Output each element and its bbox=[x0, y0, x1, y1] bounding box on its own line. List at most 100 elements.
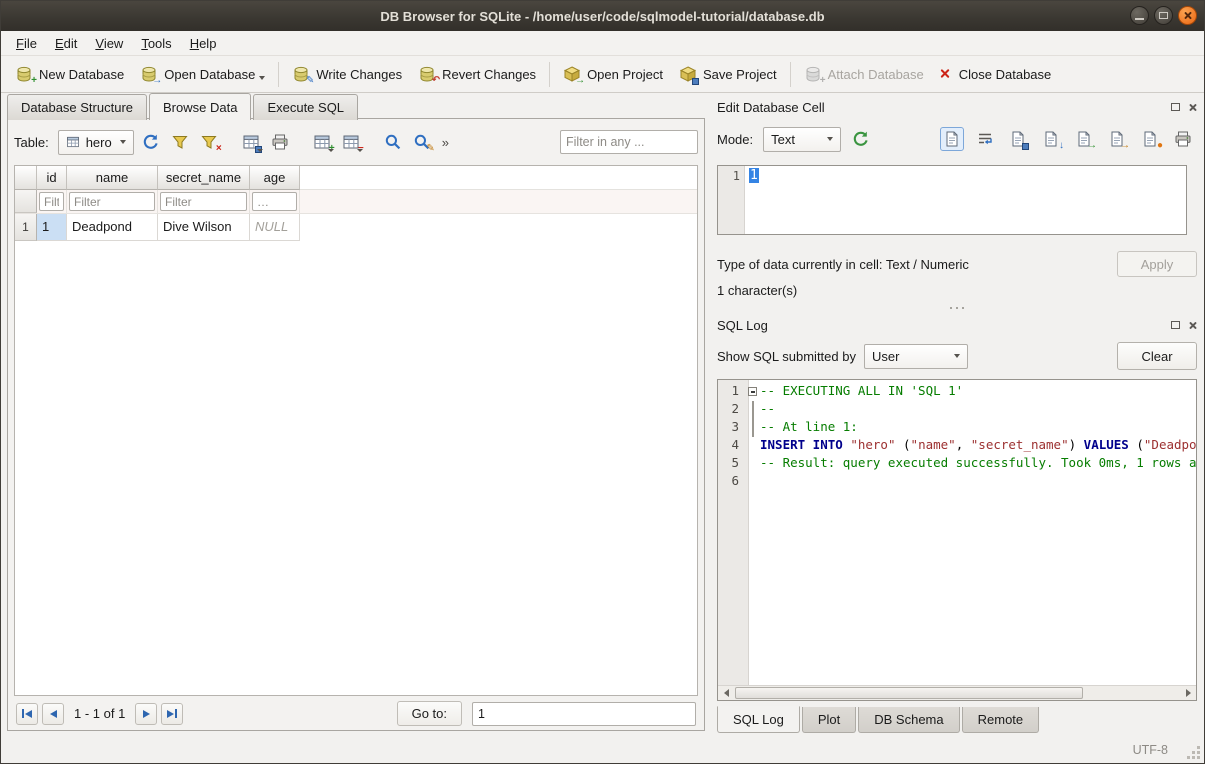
apply-button[interactable]: Apply bbox=[1117, 251, 1197, 277]
close-dock-icon[interactable] bbox=[1188, 103, 1197, 112]
dock-tab-sql-log[interactable]: SQL Log bbox=[717, 706, 800, 733]
clear-filters-button[interactable]: × bbox=[197, 130, 221, 154]
new-record-button[interactable]: + bbox=[310, 130, 334, 154]
app-window: DB Browser for SQLite - /home/user/code/… bbox=[0, 0, 1205, 764]
dock-tab-plot[interactable]: Plot bbox=[802, 707, 856, 733]
save-project-button[interactable]: Save Project bbox=[671, 60, 785, 88]
filter-input-age[interactable] bbox=[252, 192, 297, 211]
dock-tab-remote[interactable]: Remote bbox=[962, 707, 1040, 733]
close-button[interactable] bbox=[1178, 6, 1197, 25]
close-database-icon bbox=[940, 68, 953, 81]
column-header-age[interactable]: age bbox=[250, 166, 300, 190]
word-wrap-button[interactable] bbox=[973, 127, 997, 151]
attach-database-button[interactable]: + Attach Database bbox=[796, 60, 932, 88]
toolbar-overflow-chevron[interactable]: » bbox=[442, 135, 449, 150]
minimize-button[interactable] bbox=[1130, 6, 1149, 25]
filter-any-input[interactable] bbox=[560, 130, 698, 154]
resize-grip[interactable] bbox=[1188, 747, 1200, 759]
menu-edit[interactable]: Edit bbox=[46, 33, 86, 54]
titlebar[interactable]: DB Browser for SQLite - /home/user/code/… bbox=[1, 1, 1204, 31]
text-mode-button[interactable] bbox=[940, 127, 964, 151]
import-cell-button[interactable]: → bbox=[1072, 127, 1096, 151]
mode-select[interactable]: Text bbox=[763, 127, 841, 152]
dock-splitter[interactable] bbox=[717, 301, 1197, 315]
scrollbar-thumb[interactable] bbox=[735, 687, 1083, 699]
sql-log-toolbar: Show SQL submitted by User Clear bbox=[717, 341, 1197, 371]
open-database-button[interactable]: → Open Database bbox=[132, 60, 273, 88]
menu-view[interactable]: View bbox=[86, 33, 132, 54]
scroll-right-button[interactable] bbox=[1180, 686, 1196, 700]
print-table-button[interactable] bbox=[268, 130, 292, 154]
scroll-left-icon bbox=[724, 689, 729, 697]
goto-button[interactable]: Go to: bbox=[397, 701, 462, 726]
chevron-down-icon bbox=[827, 137, 833, 141]
cell-name[interactable]: Deadpond bbox=[67, 214, 158, 241]
grid-header-row: id name secret_name age bbox=[15, 166, 697, 190]
goto-input[interactable] bbox=[472, 702, 696, 726]
menu-file[interactable]: File bbox=[7, 33, 46, 54]
new-database-button[interactable]: + New Database bbox=[7, 60, 132, 88]
database-new-icon: + bbox=[15, 65, 33, 83]
menu-help[interactable]: Help bbox=[181, 33, 226, 54]
close-database-button[interactable]: Close Database bbox=[932, 62, 1060, 87]
print-cell-button[interactable] bbox=[1171, 127, 1195, 151]
edit-cell-dock-title: Edit Database Cell bbox=[717, 97, 1197, 117]
menubar: File Edit View Tools Help bbox=[1, 31, 1204, 56]
sql-source-select[interactable]: User bbox=[864, 344, 968, 369]
first-page-icon bbox=[22, 709, 24, 718]
prev-page-button[interactable] bbox=[42, 703, 64, 725]
table-select[interactable]: hero bbox=[58, 130, 134, 155]
toolbar-separator bbox=[790, 62, 791, 87]
filter-input-id[interactable] bbox=[39, 192, 64, 211]
float-dock-icon[interactable] bbox=[1171, 103, 1180, 111]
clear-log-button[interactable]: Clear bbox=[1117, 342, 1197, 370]
filter-input-secret-name[interactable] bbox=[160, 192, 247, 211]
project-save-icon bbox=[679, 65, 697, 83]
column-header-name[interactable]: name bbox=[67, 166, 158, 190]
export-cell-button[interactable]: → bbox=[1105, 127, 1129, 151]
cell-age[interactable]: NULL bbox=[250, 214, 300, 241]
edit-cell-toolbar: Mode: Text ↓ → → ● bbox=[717, 125, 1197, 153]
last-page-button[interactable] bbox=[161, 703, 183, 725]
row-header[interactable]: 1 bbox=[15, 214, 37, 241]
scroll-left-button[interactable] bbox=[718, 686, 734, 700]
write-changes-button[interactable]: ✎ Write Changes bbox=[284, 60, 410, 88]
cell-secret-name[interactable]: Dive Wilson bbox=[158, 214, 250, 241]
save-table-button[interactable] bbox=[239, 130, 263, 154]
filter-button[interactable] bbox=[168, 130, 192, 154]
delete-record-button[interactable]: − bbox=[339, 130, 363, 154]
horizontal-scrollbar[interactable] bbox=[718, 685, 1196, 700]
cell-type-label: Type of data currently in cell: Text / N… bbox=[717, 257, 969, 272]
set-null-button[interactable]: ● bbox=[1138, 127, 1162, 151]
tab-database-structure[interactable]: Database Structure bbox=[7, 94, 147, 120]
grid-corner[interactable] bbox=[15, 166, 37, 190]
cell-editor[interactable]: 1 1 bbox=[717, 165, 1187, 235]
revert-changes-button[interactable]: ↶ Revert Changes bbox=[410, 60, 544, 88]
refresh-button[interactable] bbox=[139, 130, 163, 154]
filter-icon bbox=[171, 133, 189, 151]
paste-button[interactable]: ↓ bbox=[1039, 127, 1063, 151]
cell-id[interactable]: 1 bbox=[37, 214, 67, 241]
find-button[interactable] bbox=[381, 130, 405, 154]
next-page-button[interactable] bbox=[135, 703, 157, 725]
open-project-button[interactable]: → Open Project bbox=[555, 60, 671, 88]
copy-button[interactable] bbox=[1006, 127, 1030, 151]
open-database-dropdown-icon[interactable] bbox=[259, 76, 265, 80]
float-dock-icon[interactable] bbox=[1171, 321, 1180, 329]
close-dock-icon[interactable] bbox=[1188, 321, 1197, 330]
filter-input-name[interactable] bbox=[69, 192, 155, 211]
open-project-label: Open Project bbox=[587, 67, 663, 82]
dock-tab-db-schema[interactable]: DB Schema bbox=[858, 707, 959, 733]
sql-log-view[interactable]: 1-- EXECUTING ALL IN 'SQL 1'2--3-- At li… bbox=[717, 379, 1197, 701]
maximize-button[interactable] bbox=[1154, 6, 1173, 25]
column-header-secret-name[interactable]: secret_name bbox=[158, 166, 250, 190]
first-page-button[interactable] bbox=[16, 703, 38, 725]
filter-cell-name bbox=[67, 190, 158, 213]
menu-tools[interactable]: Tools bbox=[132, 33, 180, 54]
column-header-id[interactable]: id bbox=[37, 166, 67, 190]
tab-browse-data[interactable]: Browse Data bbox=[149, 93, 251, 120]
auto-switch-mode-button[interactable] bbox=[849, 127, 873, 151]
replace-button[interactable]: ✎ bbox=[410, 130, 434, 154]
tab-execute-sql[interactable]: Execute SQL bbox=[253, 94, 358, 120]
fold-collapse-icon[interactable] bbox=[748, 387, 757, 396]
